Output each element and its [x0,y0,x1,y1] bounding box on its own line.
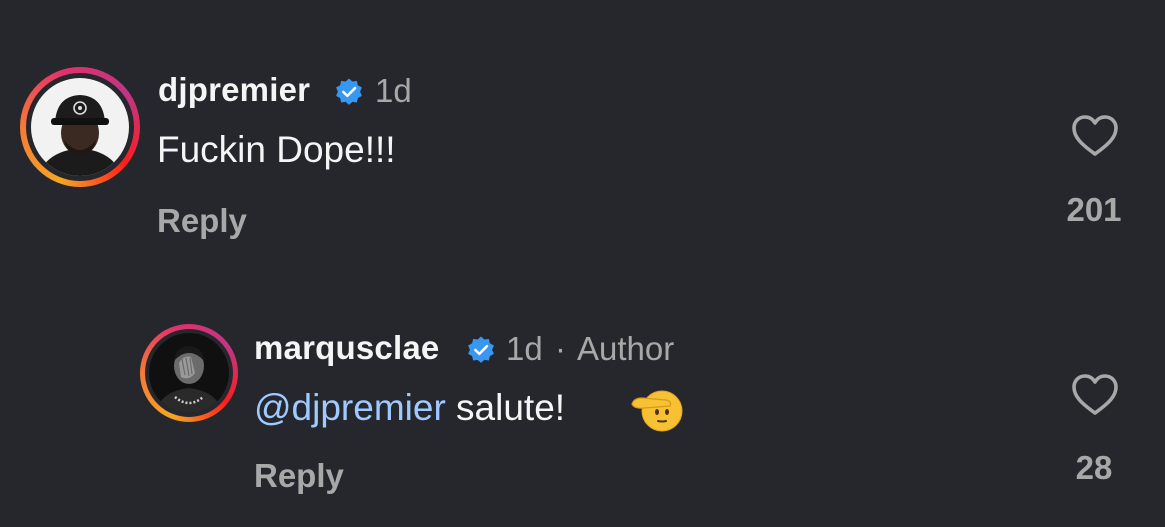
comment-username[interactable]: djpremier [158,71,310,109]
comment-timestamp: 1d [375,72,412,109]
heart-outline-icon[interactable] [1071,373,1119,417]
meta-separator: · [555,330,566,367]
author-label: Author [577,330,675,367]
comment-username[interactable]: marqusclae [254,329,439,367]
mention-link[interactable]: @djpremier [254,387,446,428]
like-count: 28 [1075,449,1113,486]
comment-body: salute! [445,387,566,428]
comment-text: @djpremier salute! [254,387,565,429]
heart-outline-icon[interactable] [1071,114,1119,158]
saluting-face-emoji [631,390,683,432]
verified-badge-icon [336,78,362,105]
reply-button[interactable]: Reply [157,202,247,240]
avatar [149,333,229,413]
comment-timestamp: 1d [506,330,543,367]
like-count: 201 [1066,191,1122,228]
comments-section: djpremier 1d Fuckin Dope!!! Reply 201 ma… [0,0,1165,527]
reply-button[interactable]: Reply [254,457,344,495]
avatar-story-ring[interactable] [140,324,238,422]
avatar [31,78,129,176]
avatar-story-ring[interactable] [20,67,140,187]
comment-text: Fuckin Dope!!! [157,129,396,170]
verified-badge-icon [468,336,494,363]
